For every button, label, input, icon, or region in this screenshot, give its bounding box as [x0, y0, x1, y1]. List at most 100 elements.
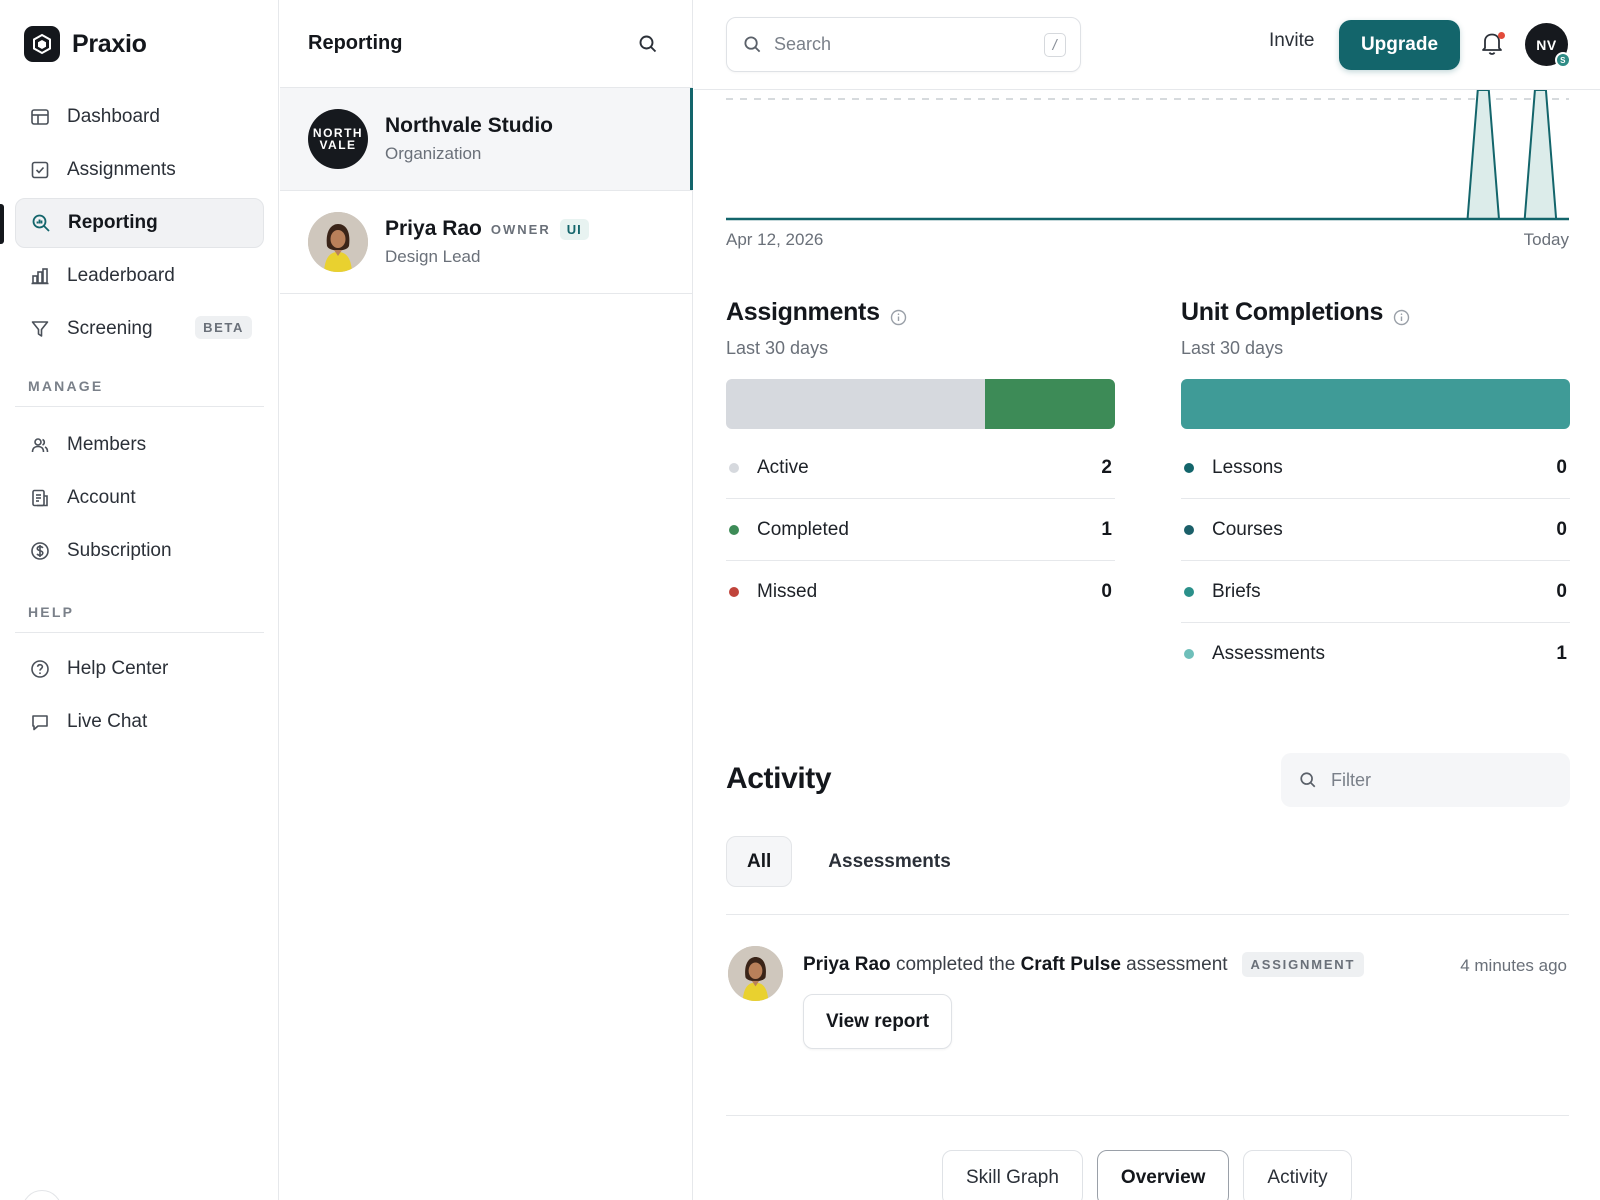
- divider: [726, 914, 1569, 915]
- entity-row-organization[interactable]: NORTH VALE Northvale Studio Organization: [280, 88, 693, 191]
- search-icon: [1299, 771, 1317, 789]
- bottom-view-switcher: Skill Graph Overview Activity: [942, 1150, 1352, 1200]
- info-icon[interactable]: [1393, 304, 1410, 326]
- activity-filter[interactable]: [1281, 753, 1570, 807]
- activity-timestamp: 4 minutes ago: [1460, 956, 1567, 975]
- notification-dot: [1498, 32, 1505, 39]
- tab-activity[interactable]: Activity: [1243, 1150, 1352, 1200]
- user-avatar[interactable]: NV S: [1525, 23, 1571, 68]
- tab-overview[interactable]: Overview: [1096, 1150, 1230, 1200]
- activity-description: Priya Rao completed the Craft Pulse asse…: [803, 952, 1365, 977]
- legend-row-briefs: Briefs 0: [1181, 561, 1570, 623]
- filter-input[interactable]: [1331, 769, 1551, 791]
- divider: [726, 1115, 1569, 1116]
- activity-object-type: assessment: [1126, 953, 1228, 975]
- legend-dot: [729, 524, 739, 535]
- help-nav: Help Center Live Chat: [15, 644, 264, 750]
- user-status-badge: S: [1555, 52, 1571, 68]
- divider: [15, 632, 264, 633]
- sidebar-item-reporting[interactable]: Reporting: [15, 198, 264, 248]
- legend-label: Missed: [757, 581, 818, 602]
- tab-all[interactable]: All: [726, 836, 793, 887]
- search-input[interactable]: [774, 34, 1024, 55]
- invite-button[interactable]: Invite: [1269, 30, 1314, 52]
- sidebar-item-dashboard[interactable]: Dashboard: [15, 92, 264, 142]
- active-nav-indicator: [0, 204, 4, 244]
- legend-dot: [1184, 649, 1194, 659]
- sidebar-collapse-button[interactable]: [22, 1190, 62, 1200]
- global-search[interactable]: /: [726, 17, 1081, 72]
- sidebar-item-screening[interactable]: Screening BETA: [15, 304, 264, 354]
- entity-row-member[interactable]: Priya Rao OWNER UI Design Lead: [280, 191, 692, 294]
- legend-value: 0: [1556, 518, 1567, 540]
- main-content: / Invite Upgrade NV S Apr 12, 2026 Today…: [694, 0, 1600, 1200]
- trend-spike: [1466, 90, 1501, 220]
- search-icon: [743, 35, 762, 54]
- bar-segment-active: [726, 379, 986, 429]
- logo-text-line: VALE: [319, 138, 357, 152]
- legend-label: Courses: [1212, 518, 1283, 540]
- sidebar-item-label: Members: [67, 434, 147, 455]
- dollar-circle-icon: [29, 540, 51, 562]
- assignments-stacked-bar: [726, 379, 1115, 429]
- activity-actor[interactable]: Priya Rao: [803, 954, 891, 976]
- legend-value: 0: [1101, 581, 1112, 602]
- legend-row-active: Active 2: [726, 437, 1115, 499]
- assignments-card-title: Assignments: [726, 298, 907, 327]
- legend-row-missed: Missed 0: [726, 561, 1115, 623]
- view-report-button[interactable]: View report: [803, 994, 953, 1049]
- sidebar-item-help-center[interactable]: Help Center: [15, 644, 264, 694]
- tab-assessments[interactable]: Assessments: [808, 836, 971, 887]
- legend-row-courses: Courses 0: [1181, 499, 1570, 561]
- search-icon[interactable]: [632, 28, 664, 60]
- legend-label: Assessments: [1212, 643, 1325, 664]
- info-icon[interactable]: [890, 304, 907, 326]
- role-label: OWNER: [490, 221, 551, 237]
- list-header: Reporting: [280, 0, 692, 88]
- sidebar-item-live-chat[interactable]: Live Chat: [15, 697, 264, 747]
- notifications-button[interactable]: [1480, 30, 1506, 60]
- sidebar-item-leaderboard[interactable]: Leaderboard: [15, 251, 264, 301]
- activity-tag: ASSIGNMENT: [1241, 952, 1365, 977]
- activity-trend-chart: [726, 90, 1569, 221]
- sidebar: Praxio Dashboard Assignments Reporting L…: [0, 0, 279, 1200]
- legend-label: Completed: [757, 518, 849, 540]
- organization-logo: NORTH VALE: [308, 109, 368, 169]
- unit-completions-card-title: Unit Completions: [1181, 298, 1410, 327]
- bar-segment-completed: [985, 379, 1115, 429]
- sidebar-item-subscription[interactable]: Subscription: [15, 526, 264, 576]
- sidebar-item-label: Screening: [67, 318, 153, 339]
- sidebar-item-label: Help Center: [67, 658, 169, 679]
- sidebar-item-label: Assignments: [67, 159, 176, 180]
- entity-subtitle: Design Lead: [385, 247, 481, 266]
- bar-chart-icon: [29, 265, 51, 287]
- legend-dot: [729, 587, 739, 597]
- activity-title: Activity: [726, 762, 832, 795]
- activity-item: Priya Rao completed the Craft Pulse asse…: [726, 946, 1569, 1066]
- tab-skill-graph[interactable]: Skill Graph: [942, 1150, 1083, 1200]
- filter-icon: [29, 318, 51, 340]
- sidebar-item-members[interactable]: Members: [15, 420, 264, 470]
- checkbox-icon: [29, 159, 51, 181]
- users-icon: [29, 434, 51, 456]
- sidebar-item-assignments[interactable]: Assignments: [15, 145, 264, 195]
- avatar[interactable]: [728, 946, 783, 1001]
- range-end-label: Today: [1523, 230, 1569, 249]
- upgrade-button[interactable]: Upgrade: [1339, 20, 1460, 70]
- search-chart-icon: [30, 212, 52, 234]
- user-initials: NV: [1536, 36, 1557, 53]
- sidebar-item-label: Leaderboard: [67, 265, 175, 286]
- legend-label: Active: [757, 456, 809, 478]
- entity-subtitle: Organization: [385, 144, 482, 163]
- section-label-help: HELP: [28, 604, 75, 620]
- legend-dot: [1184, 524, 1194, 535]
- entity-name: Priya Rao: [385, 217, 482, 240]
- sidebar-item-label: Account: [67, 487, 136, 508]
- topbar: / Invite Upgrade NV S: [694, 0, 1600, 90]
- legend-row-lessons: Lessons 0: [1181, 437, 1570, 499]
- activity-object[interactable]: Craft Pulse: [1021, 954, 1121, 976]
- manage-nav: Members Account Subscription: [15, 420, 264, 579]
- layout-icon: [29, 106, 51, 128]
- brand[interactable]: Praxio: [24, 26, 147, 62]
- sidebar-item-account[interactable]: Account: [15, 473, 264, 523]
